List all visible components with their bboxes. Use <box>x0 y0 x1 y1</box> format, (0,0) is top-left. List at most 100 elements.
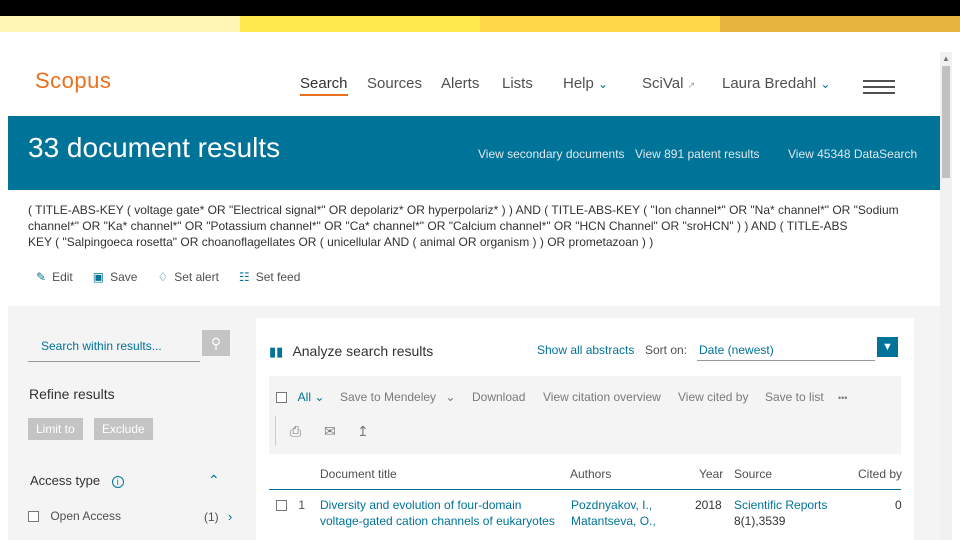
authors-cell[interactable]: Pozdnyakov, I., Matantseva, O., <box>571 497 656 529</box>
refine-results-heading: Refine results <box>29 386 115 402</box>
select-all-checkbox[interactable] <box>276 392 287 404</box>
column-header-authors[interactable]: Authors <box>570 467 611 481</box>
edit-label: Edit <box>52 270 73 284</box>
title-line: voltage-gated cation channels of eukaryo… <box>320 514 555 528</box>
scrollbar-thumb[interactable] <box>942 66 950 178</box>
print-icon[interactable]: ⎙ <box>290 423 301 440</box>
hamburger-menu-icon[interactable] <box>863 80 895 94</box>
column-header-year[interactable]: Year <box>699 467 723 481</box>
view-secondary-documents-link[interactable]: View secondary documents <box>478 147 625 161</box>
analyze-search-results-link[interactable]: ▮▮ Analyze search results <box>269 343 433 360</box>
column-header-document-title[interactable]: Document title <box>320 467 397 481</box>
nav-scival-label: SciVal <box>642 75 684 92</box>
edit-button[interactable]: ✎ Edit <box>36 270 73 284</box>
export-bibliography-icon[interactable]: ↥ <box>357 423 369 440</box>
source-cell[interactable]: Scientific Reports 8(1),3539 <box>734 497 827 529</box>
results-toolbar <box>269 376 901 454</box>
nav-sources[interactable]: Sources <box>367 75 422 92</box>
nav-alerts[interactable]: Alerts <box>441 75 479 92</box>
info-icon[interactable]: i <box>111 475 124 488</box>
save-button[interactable]: ▣ Save <box>93 270 138 284</box>
rss-icon: ☷ <box>238 270 250 284</box>
exclude-button[interactable]: Exclude <box>94 418 153 440</box>
author-link[interactable]: Matantseva, O., <box>571 513 656 529</box>
bar-chart-icon: ▮▮ <box>269 344 284 359</box>
pencil-icon: ✎ <box>36 270 47 284</box>
select-all-dropdown[interactable]: All ⌄ <box>276 390 324 404</box>
chevron-down-icon[interactable]: ▼ <box>877 337 898 357</box>
search-icon[interactable]: ⚲ <box>202 330 230 356</box>
access-type-label: Access type <box>30 473 101 488</box>
query-line: ( TITLE-ABS-KEY ( voltage gate* OR "Elec… <box>28 203 899 217</box>
document-title-link[interactable]: Diversity and evolution of four-domain v… <box>320 497 555 529</box>
set-feed-label: Set feed <box>255 270 301 284</box>
chevron-down-icon: ⌄ <box>445 390 456 404</box>
scopus-logo[interactable]: Scopus <box>35 68 111 94</box>
nav-help-label: Help <box>563 75 594 92</box>
table-row[interactable]: 1 <box>276 497 305 513</box>
column-header-cited-by[interactable]: Cited by <box>858 467 902 481</box>
save-to-mendeley-button[interactable]: Save to Mendeley ⌄ <box>340 390 455 404</box>
query-line: KEY ( "Salpingoeca rosetta" OR choanofla… <box>28 235 654 249</box>
save-label: Save <box>110 270 138 284</box>
save-to-mendeley-label: Save to Mendeley <box>340 390 437 404</box>
nav-help[interactable]: Help ⌄ <box>563 75 608 92</box>
floppy-disk-icon: ▣ <box>92 270 105 284</box>
chevron-down-icon: ⌄ <box>820 77 831 91</box>
table-header-divider <box>269 489 901 490</box>
user-name: Laura Bredahl <box>722 75 817 92</box>
sort-select[interactable]: Date (newest) <box>697 337 875 361</box>
limit-to-button[interactable]: Limit to <box>28 418 83 440</box>
view-citation-overview-button[interactable]: View citation overview <box>543 390 661 404</box>
external-link-icon: ↗ <box>687 80 696 90</box>
decorative-color-stripes <box>0 16 960 32</box>
save-to-list-button[interactable]: Save to list <box>765 390 824 404</box>
source-link[interactable]: Scientific Reports <box>734 497 827 513</box>
user-menu[interactable]: Laura Bredahl ⌄ <box>722 75 830 92</box>
row-checkbox[interactable] <box>276 500 287 512</box>
site-header: Scopus Search Sources Alerts Lists Help … <box>8 60 940 112</box>
bell-icon: ♢ <box>157 270 169 284</box>
set-alert-label: Set alert <box>174 270 219 284</box>
email-icon[interactable]: ✉ <box>324 423 336 440</box>
open-access-filter[interactable]: Open Access <box>28 509 121 523</box>
open-access-checkbox[interactable] <box>28 511 39 523</box>
year-cell: 2018 <box>695 498 722 512</box>
scroll-up-arrow-icon[interactable]: ▲ <box>942 54 950 63</box>
toolbar-divider <box>275 416 276 446</box>
page-scrollbar[interactable]: ▲ <box>940 52 952 540</box>
access-type-filter-heading[interactable]: Access type i <box>30 473 124 488</box>
row-number: 1 <box>298 498 306 512</box>
source-volume: 8(1),3539 <box>734 514 786 528</box>
select-all-label: All <box>297 390 312 404</box>
nav-scival[interactable]: SciVal ↗ <box>642 75 695 92</box>
column-header-source[interactable]: Source <box>734 467 772 481</box>
search-within-results-input[interactable]: Search within results... <box>28 330 200 362</box>
open-access-label: Open Access <box>50 509 122 523</box>
show-all-abstracts-link[interactable]: Show all abstracts <box>537 343 634 357</box>
search-query-text: ( TITLE-ABS-KEY ( voltage gate* OR "Elec… <box>28 202 923 250</box>
author-link[interactable]: Pozdnyakov, I., <box>571 497 656 513</box>
set-feed-button[interactable]: ☷ Set feed <box>239 270 300 284</box>
results-count-title: 33 document results <box>28 132 281 163</box>
more-options-icon[interactable]: ••• <box>838 393 847 403</box>
analyze-label: Analyze search results <box>292 343 434 359</box>
view-datasearch-link[interactable]: View 45348 DataSearch <box>788 147 917 161</box>
nav-search[interactable]: Search <box>300 75 348 96</box>
download-button[interactable]: Download <box>472 390 525 404</box>
query-line: channel*" OR "Ka* channel*" OR "Potassiu… <box>28 219 848 233</box>
title-line: Diversity and evolution of four-domain <box>320 498 522 512</box>
chevron-down-icon: ⌄ <box>598 77 609 91</box>
top-black-bar <box>0 0 960 16</box>
chevron-right-icon[interactable]: › <box>228 509 232 524</box>
cited-by-count: 0 <box>895 498 902 512</box>
view-cited-by-button[interactable]: View cited by <box>678 390 748 404</box>
chevron-down-icon: ⌄ <box>314 390 325 404</box>
results-banner: 33 document results View secondary docum… <box>8 116 940 190</box>
nav-lists[interactable]: Lists <box>502 75 533 92</box>
chevron-up-icon[interactable]: ⌃ <box>208 472 220 489</box>
sort-on-label: Sort on: <box>645 343 688 357</box>
open-access-count: (1) <box>204 510 219 524</box>
set-alert-button[interactable]: ♢ Set alert <box>157 270 218 284</box>
view-patent-results-link[interactable]: View 891 patent results <box>635 147 760 161</box>
